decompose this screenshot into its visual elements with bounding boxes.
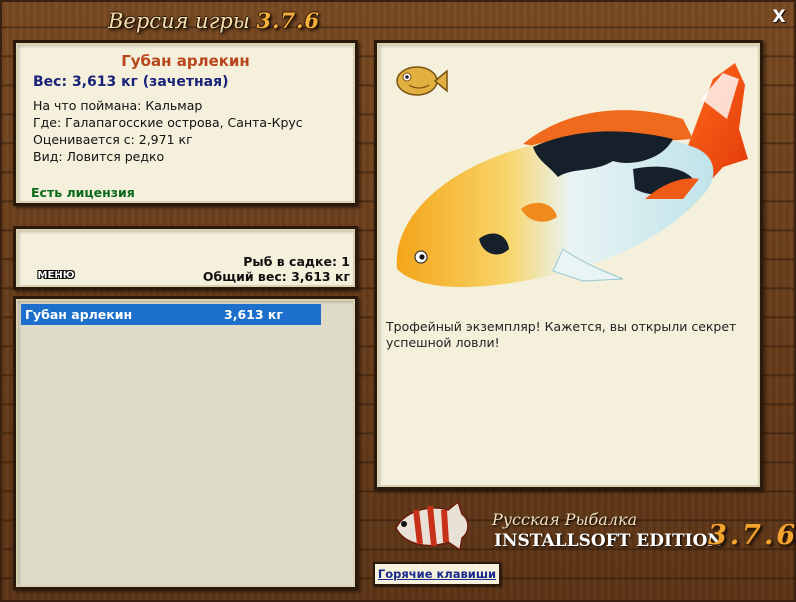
fish-count: Рыб в садке: 1 xyxy=(243,254,350,269)
title-version: 3.7.6 xyxy=(256,8,321,33)
trophy-fish-icon xyxy=(396,66,448,96)
fish-weight: Вес: 3,613 кг (зачетная) xyxy=(33,74,229,90)
valued-line: Оценивается с: 2,971 кг xyxy=(33,132,193,147)
fish-info-panel: Губан арлекин Вес: 3,613 кг (зачетная) Н… xyxy=(13,40,358,206)
logo-fish-icon xyxy=(395,500,469,552)
close-icon: X xyxy=(772,7,786,27)
trophy-message: Трофейный экземпляр! Кажется, вы открыли… xyxy=(386,319,737,350)
fish-list-panel: Губан арлекин 3,613 кг xyxy=(13,296,358,590)
window-title: Версия игры 3.7.6 xyxy=(108,8,320,38)
kind-line: Вид: Ловится редко xyxy=(33,149,165,164)
license-status: Есть лицензия xyxy=(31,185,135,200)
list-item-weight: 3,613 кг xyxy=(224,307,283,322)
total-weight: Общий вес: 3,613 кг xyxy=(202,269,350,284)
bait-line: На что поймана: Кальмар xyxy=(33,98,203,113)
fish-photo-panel: Трофейный экземпляр! Кажется, вы открыли… xyxy=(374,40,763,490)
cage-panel: МЕНЮ Рыб в садке: 1 Общий вес: 3,613 кг xyxy=(13,226,358,290)
close-button[interactable]: X xyxy=(770,8,788,26)
title-prefix: Версия игры xyxy=(108,9,250,33)
location-line: Где: Галапагосские острова, Санта-Крус xyxy=(33,115,303,130)
logo-edition: INSTALLSOFT EDITION xyxy=(494,531,723,551)
game-logo: Русская Рыбалка INSTALLSOFT EDITION 3.7.… xyxy=(382,490,796,560)
logo-version: 3.7.6 xyxy=(708,520,796,551)
hotkeys-button[interactable]: Горячие клавиши xyxy=(373,562,501,586)
fish-name: Губан арлекин xyxy=(121,52,250,70)
menu-button[interactable]: МЕНЮ xyxy=(34,268,78,284)
fish-pupil xyxy=(419,254,425,260)
list-item-name: Губан арлекин xyxy=(25,307,133,322)
logo-title: Русская Рыбалка xyxy=(492,510,638,529)
list-item[interactable]: Губан арлекин 3,613 кг xyxy=(21,304,321,325)
